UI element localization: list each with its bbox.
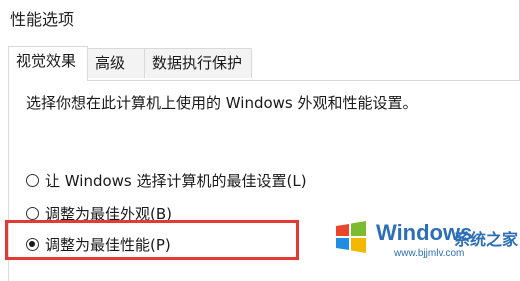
title-bar: 性能选项 <box>0 0 520 38</box>
panel-description: 选择你想在此计算机上使用的 Windows 外观和性能设置。 <box>26 94 418 112</box>
watermark: Windows 系统之家 www.bjjmlv.com <box>334 216 520 265</box>
option-let-windows-choose[interactable]: 让 Windows 选择计算机的最佳设置(L) <box>26 168 307 192</box>
option-label: 调整为最佳外观(B) <box>45 204 172 223</box>
window-title: 性能选项 <box>10 10 75 29</box>
tab-strip: 视觉效果 高级 数据执行保护 <box>0 46 520 81</box>
radio-button[interactable] <box>26 173 39 187</box>
option-label: 调整为最佳性能(P) <box>45 235 171 254</box>
watermark-url: www.bjjmlv.com <box>394 248 465 259</box>
watermark-subtitle: 系统之家 <box>454 230 519 249</box>
option-label: 让 Windows 选择计算机的最佳设置(L) <box>45 171 307 190</box>
option-best-appearance[interactable]: 调整为最佳外观(B) <box>26 201 172 225</box>
windows-logo-icon <box>336 221 366 253</box>
option-best-performance[interactable]: 调整为最佳性能(P) <box>26 232 171 256</box>
radio-button[interactable] <box>26 206 39 220</box>
tab-visual-effects[interactable]: 视觉效果 <box>8 46 88 81</box>
tab-advanced[interactable]: 高级 <box>87 48 145 78</box>
radio-button-selected[interactable] <box>26 237 39 251</box>
tab-data-execution-prevention[interactable]: 数据执行保护 <box>144 48 252 78</box>
